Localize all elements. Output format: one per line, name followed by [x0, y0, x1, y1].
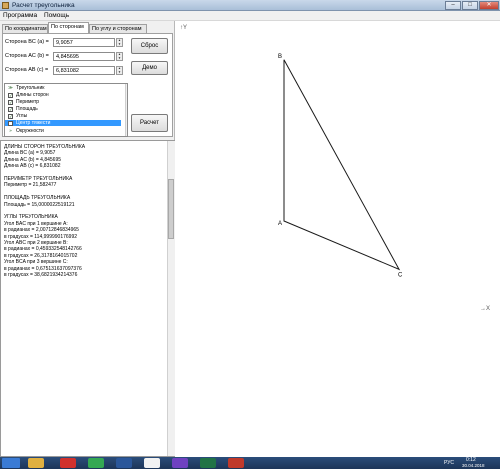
results-line: Длина BC (a) = 9,9057	[4, 150, 56, 157]
language-indicator[interactable]: РУС	[444, 460, 454, 466]
x-axis-label: →X	[480, 306, 490, 312]
list-item-centroid[interactable]: Центр тяжести	[5, 120, 121, 126]
side-bc-input[interactable]	[53, 38, 115, 47]
results-scroll-thumb[interactable]	[168, 179, 174, 239]
results-line: Угол BAC при 1 вершине A:	[4, 220, 68, 227]
results-line: в градусах = 38,6821934214376	[4, 272, 78, 278]
results-line: УГЛЫ ТРЕУГОЛЬНИКА	[4, 214, 58, 221]
paint-icon[interactable]	[144, 458, 160, 468]
list-item-area[interactable]: ✓ Площадь	[5, 106, 121, 112]
collapse-chevron-icon[interactable]: ≫	[8, 85, 13, 91]
results-line: ДЛИНЫ СТОРОН ТРЕУГОЛЬНИКА	[4, 144, 86, 150]
results-line: Периметр = 21,582477	[4, 182, 57, 189]
list-item-angles[interactable]: ✓ Углы	[5, 113, 121, 119]
triangle-canvas[interactable]: ↑Y →X B A C	[176, 21, 500, 457]
checkbox-checked-icon[interactable]: ✓	[8, 99, 13, 105]
photos-icon[interactable]	[172, 458, 188, 468]
results-text-area[interactable]: ДЛИНЫ СТОРОН ТРЕУГОЛЬНИКА Длина BC (a) =…	[0, 140, 175, 457]
side-ac-spinner[interactable]: ▲ ▼	[116, 52, 123, 61]
results-line: в радианах = 0,675131637097376	[4, 265, 82, 272]
results-line: Площадь = 15,0000022519121	[4, 201, 75, 208]
checkbox-checked-icon[interactable]: ✓	[8, 92, 13, 98]
start-icon[interactable]	[2, 458, 20, 468]
results-line: ПЕРИМЕТР ТРЕУГОЛЬНИКА	[4, 176, 73, 182]
triangle-app-icon[interactable]	[228, 458, 244, 468]
close-button[interactable]: ✕	[479, 1, 499, 10]
list-item-perimeter[interactable]: ✓ Периметр	[5, 99, 121, 105]
tab-by-coordinates[interactable]: По координатам	[2, 24, 48, 33]
minimize-button[interactable]: –	[445, 1, 461, 10]
tab-by-sides[interactable]: По сторонам	[48, 22, 89, 33]
spin-down-icon[interactable]: ▼	[117, 42, 122, 47]
calculate-button[interactable]: Расчет	[131, 114, 168, 132]
demo-button[interactable]: Демо	[131, 61, 168, 75]
y-axis-label: ↑Y	[180, 25, 187, 31]
reset-button[interactable]: Сброс	[131, 38, 168, 54]
results-line: Угол ABC при 2 вершине B:	[4, 240, 68, 246]
side-ab-label: Сторона AB (c) =	[5, 67, 49, 73]
side-bc-label: Сторона BC (a) =	[5, 39, 49, 45]
menu-bar: Программа Помощь	[0, 11, 500, 21]
chrome-icon[interactable]	[88, 458, 104, 468]
clock-date[interactable]: 30.04.2018	[462, 463, 485, 468]
expand-chevron-icon[interactable]: »	[8, 128, 13, 134]
results-line: Угол BCA при 3 вершине C:	[4, 259, 68, 266]
app-icon	[2, 2, 9, 9]
vertex-label-a: A	[278, 221, 282, 227]
triangle-plot: ↑Y →X B A C	[180, 25, 490, 312]
results-line: Длина AC (b) = 4,845695	[4, 156, 62, 163]
side-ab-spinner[interactable]: ▲ ▼	[116, 66, 123, 75]
checkbox-checked-icon[interactable]: ✓	[8, 106, 13, 112]
menu-help[interactable]: Помощь	[44, 12, 69, 19]
list-item-side-lengths[interactable]: ✓ Длины сторон	[5, 92, 121, 98]
options-list[interactable]: ≫ Треугольник ✓ Длины сторон ✓ Периметр ✓ Пл…	[4, 83, 128, 137]
triangle-shape	[283, 59, 401, 271]
vertex-label-b: B	[278, 54, 282, 60]
title-bar: Расчет треугольника – □ ✕	[0, 0, 500, 11]
checkbox-checked-icon[interactable]: ✓	[8, 113, 13, 119]
checkbox-unchecked-icon[interactable]	[8, 120, 13, 126]
results-line: в градусах = 114,999990176992	[4, 233, 78, 240]
taskbar: РУС 0:12 30.04.2018	[0, 457, 500, 469]
vertex-label-c: C	[398, 272, 403, 278]
results-line: ПЛОЩАДЬ ТРЕУГОЛЬНИКА	[4, 195, 71, 202]
maximize-button[interactable]: □	[462, 1, 478, 10]
excel-icon[interactable]	[200, 458, 216, 468]
list-item-group-triangle[interactable]: ≫ Треугольник	[5, 85, 121, 91]
word-icon[interactable]	[116, 458, 132, 468]
explorer-icon[interactable]	[28, 458, 44, 468]
results-line: Длина AB (c) = 6,831082	[4, 163, 61, 170]
side-ab-input[interactable]	[53, 66, 115, 75]
options-scrollbar[interactable]	[125, 84, 127, 136]
side-bc-spinner[interactable]: ▲ ▼	[116, 38, 123, 47]
menu-program[interactable]: Программа	[3, 12, 37, 19]
side-ac-label: Сторона AC (b) =	[5, 53, 49, 59]
spin-down-icon[interactable]: ▼	[117, 56, 122, 61]
results-line: в градусах = 26,3178164015702	[4, 252, 78, 259]
results-line: в радианах = 2,00712846834965	[4, 227, 79, 234]
tab-by-angle-and-sides[interactable]: По углу и сторонам	[89, 24, 147, 33]
results-line: в радианах = 0,459332548142766	[4, 246, 82, 253]
side-ac-input[interactable]	[53, 52, 115, 61]
spin-down-icon[interactable]: ▼	[117, 70, 122, 75]
opera-icon[interactable]	[60, 458, 76, 468]
window-title: Расчет треугольника	[12, 2, 75, 9]
list-item-group-circles[interactable]: » Окружности	[5, 128, 121, 134]
